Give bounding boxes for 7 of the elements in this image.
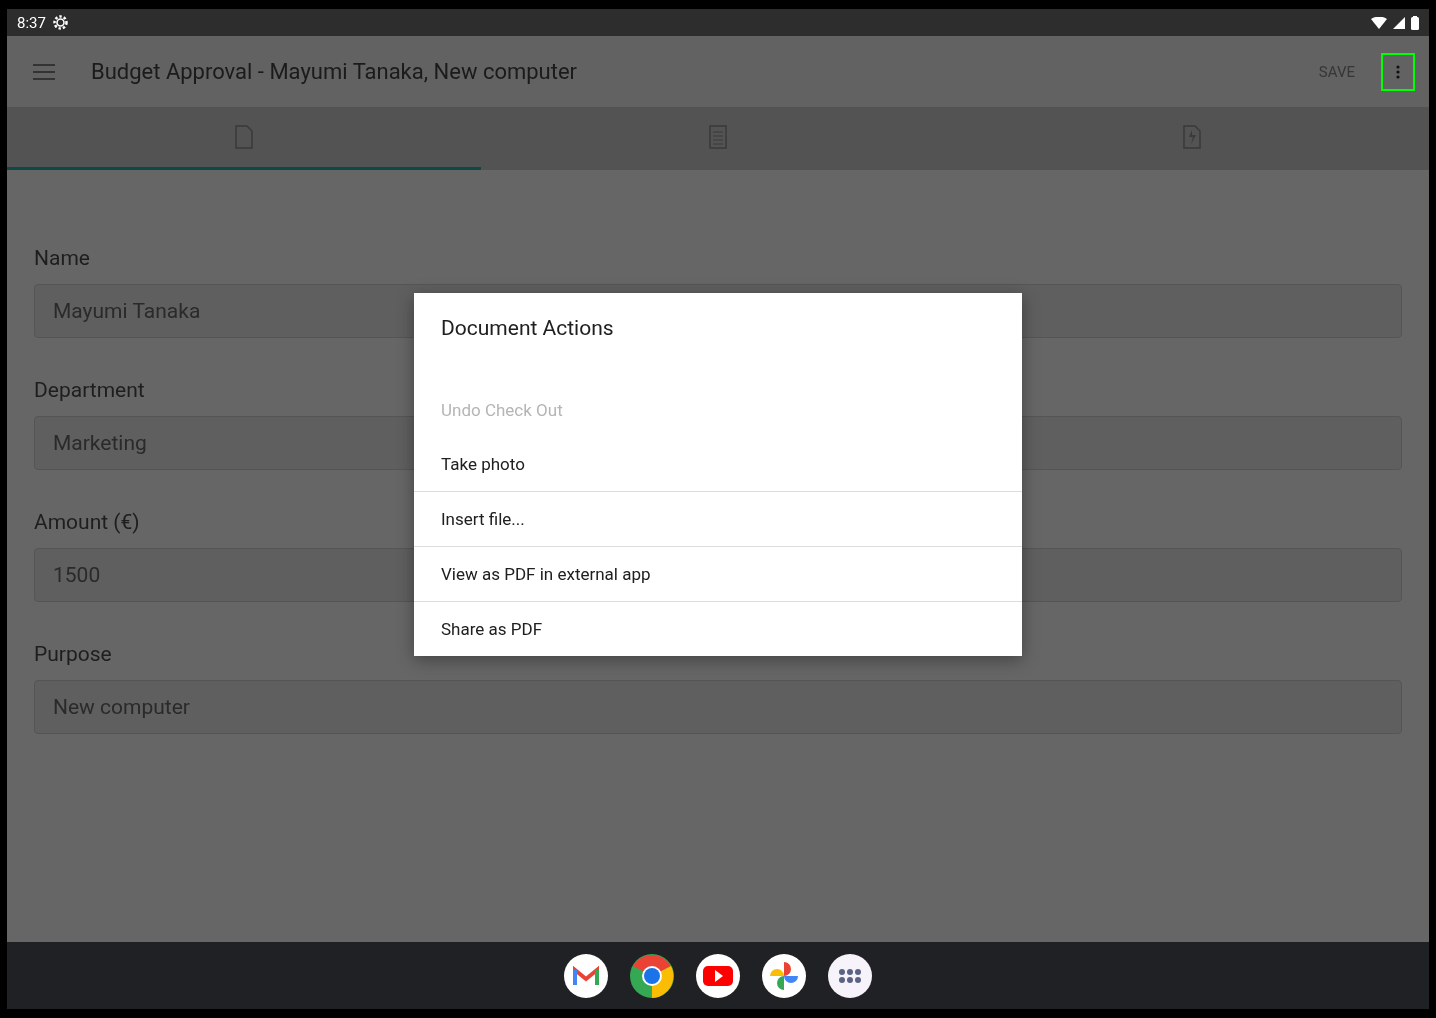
dialog-title: Document Actions bbox=[441, 316, 614, 340]
field-label: Purpose bbox=[34, 642, 112, 666]
clock: 8:37 bbox=[17, 13, 46, 32]
field-label: Department bbox=[34, 378, 145, 402]
field-label: Amount (€) bbox=[34, 510, 140, 534]
field-label: Name bbox=[34, 246, 90, 270]
app-title: Budget Approval - Mayumi Tanaka, New computer bbox=[91, 59, 579, 84]
